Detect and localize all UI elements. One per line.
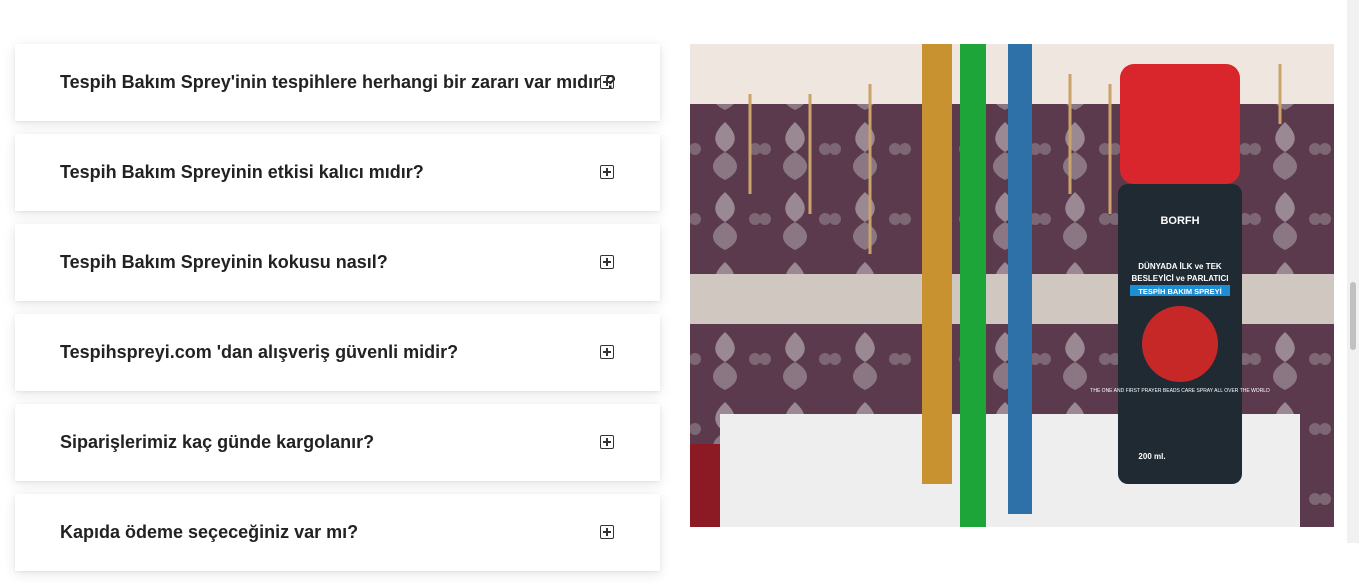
faq-accordion: Tespih Bakım Sprey'inin tespihlere herha… xyxy=(15,44,660,584)
can-volume: 200 ml. xyxy=(1138,452,1165,461)
plus-square-icon[interactable] xyxy=(600,75,614,89)
faq-question: Tespih Bakım Sprey'inin tespihlere herha… xyxy=(60,72,617,92)
plus-square-icon[interactable] xyxy=(600,525,614,539)
product-photo: BORFH DÜNYADA İLK ve TEK BESLEYİCİ ve PA… xyxy=(690,44,1334,527)
faq-item-4[interactable]: Tespihspreyi.com 'dan alışveriş güvenli … xyxy=(15,314,660,391)
faq-item-5[interactable]: Siparişlerimiz kaç günde kargolanır? xyxy=(15,404,660,481)
faq-question: Kapıda ödeme seçeceğiniz var mı? xyxy=(60,522,359,542)
faq-item-6[interactable]: Kapıda ödeme seçeceğiniz var mı? xyxy=(15,494,660,571)
faq-item-1[interactable]: Tespih Bakım Sprey'inin tespihlere herha… xyxy=(15,44,660,121)
plus-square-icon[interactable] xyxy=(600,255,614,269)
can-english: THE ONE AND FIRST PRAYER BEADS CARE SPRA… xyxy=(1090,388,1270,394)
can-line-3: TESPİH BAKIM SPREYİ xyxy=(1138,287,1221,296)
faq-item-2[interactable]: Tespih Bakım Spreyinin etkisi kalıcı mıd… xyxy=(15,134,660,211)
plus-square-icon[interactable] xyxy=(600,345,614,359)
faq-question: Tespih Bakım Spreyinin kokusu nasıl? xyxy=(60,252,388,272)
plus-square-icon[interactable] xyxy=(600,435,614,449)
faq-question: Tespihspreyi.com 'dan alışveriş güvenli … xyxy=(60,342,459,362)
faq-item-3[interactable]: Tespih Bakım Spreyinin kokusu nasıl? xyxy=(15,224,660,301)
faq-question: Siparişlerimiz kaç günde kargolanır? xyxy=(60,432,375,452)
can-line-1: DÜNYADA İLK ve TEK xyxy=(1138,262,1222,271)
scrollbar-thumb[interactable] xyxy=(1350,282,1356,350)
faq-question: Tespih Bakım Spreyinin etkisi kalıcı mıd… xyxy=(60,162,424,182)
can-brand: BORFH xyxy=(1160,215,1199,227)
page-scrollbar[interactable] xyxy=(1347,0,1359,543)
can-line-2: BESLEYİCİ ve PARLATICI xyxy=(1131,274,1228,283)
plus-square-icon[interactable] xyxy=(600,165,614,179)
